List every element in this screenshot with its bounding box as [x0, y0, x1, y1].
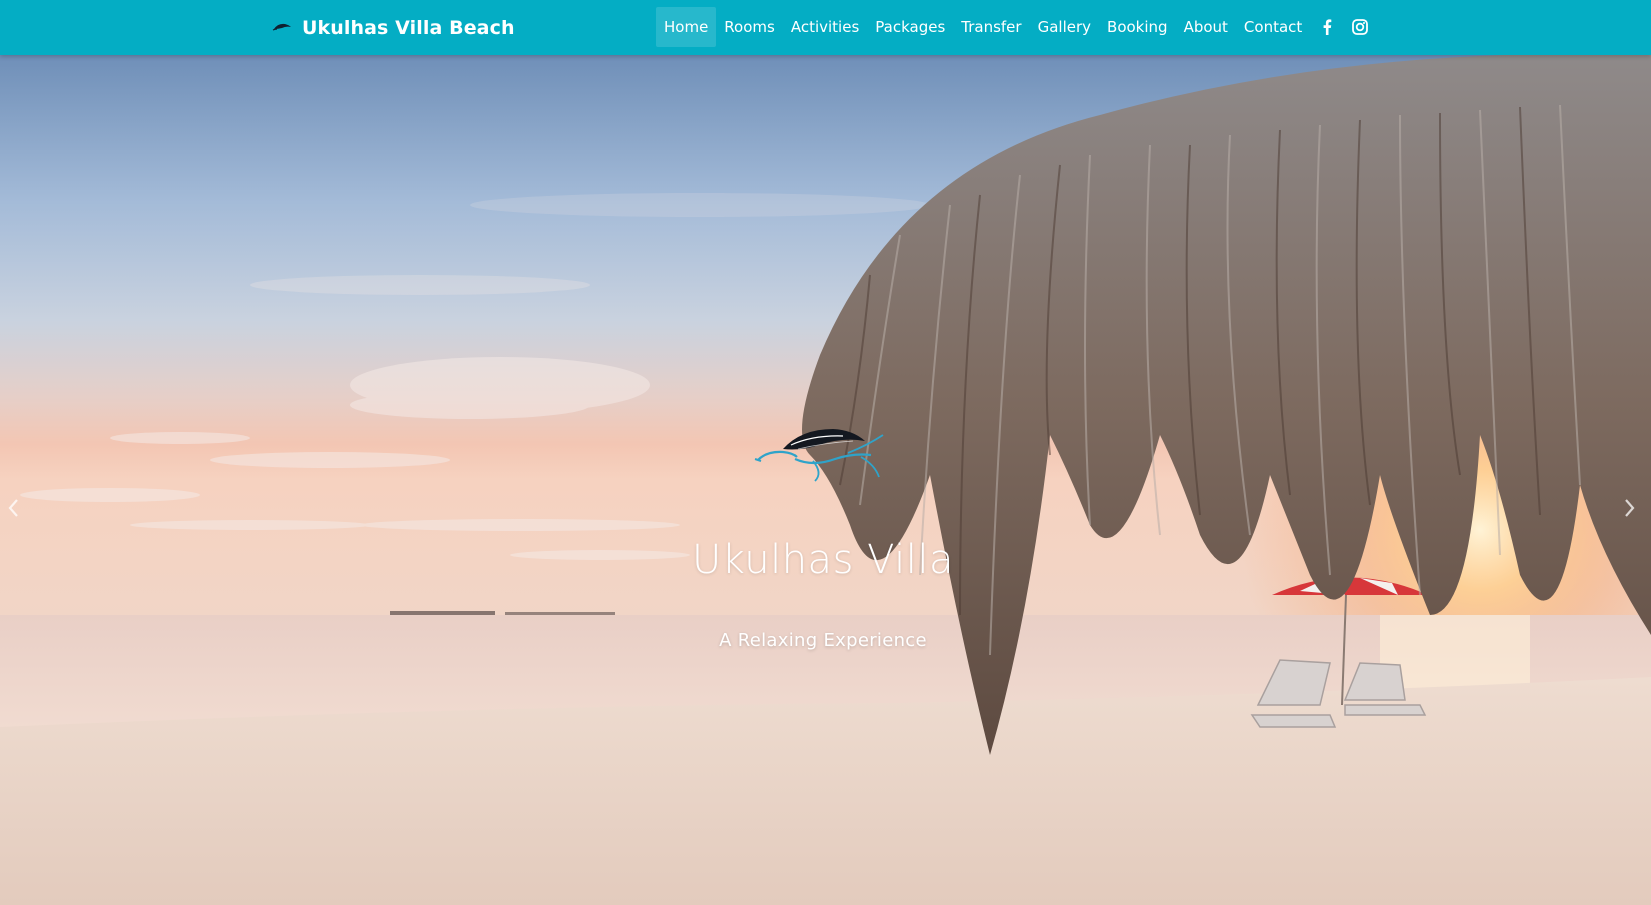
hero-title: Ukulhas Villa — [692, 537, 954, 583]
top-navbar: Ukulhas Villa Beach Home Rooms Activitie… — [0, 0, 1651, 55]
nav-item-home[interactable]: Home — [656, 7, 717, 47]
turtle-icon — [272, 23, 291, 31]
nav-item-contact[interactable]: Contact — [1236, 7, 1310, 47]
nav-item-activities[interactable]: Activities — [783, 7, 867, 47]
brand-name: Ukulhas Villa Beach — [302, 16, 515, 39]
hero-subtitle: A Relaxing Experience — [719, 630, 927, 651]
main-nav: Home Rooms Activities Packages Transfer … — [656, 7, 1376, 47]
nav-item-about[interactable]: About — [1176, 7, 1236, 47]
nav-item-rooms[interactable]: Rooms — [716, 7, 783, 47]
instagram-icon — [1351, 19, 1368, 35]
carousel-prev-button[interactable] — [0, 495, 26, 521]
chevron-right-icon — [1625, 499, 1635, 517]
nav-item-booking[interactable]: Booking — [1099, 7, 1176, 47]
hero-caption: Ukulhas Villa A Relaxing Experience — [0, 55, 1651, 905]
hero-carousel: Ukulhas Villa A Relaxing Experience — [0, 55, 1651, 905]
nav-item-packages[interactable]: Packages — [867, 7, 953, 47]
turtle-logo-icon — [754, 429, 884, 482]
facebook-link[interactable] — [1310, 7, 1343, 47]
nav-item-gallery[interactable]: Gallery — [1030, 7, 1099, 47]
carousel-next-button[interactable] — [1617, 495, 1643, 521]
brand-link[interactable]: Ukulhas Villa Beach — [272, 0, 515, 55]
chevron-left-icon — [8, 499, 18, 517]
nav-item-transfer[interactable]: Transfer — [953, 7, 1029, 47]
instagram-link[interactable] — [1343, 7, 1376, 47]
facebook-icon — [1323, 19, 1332, 35]
